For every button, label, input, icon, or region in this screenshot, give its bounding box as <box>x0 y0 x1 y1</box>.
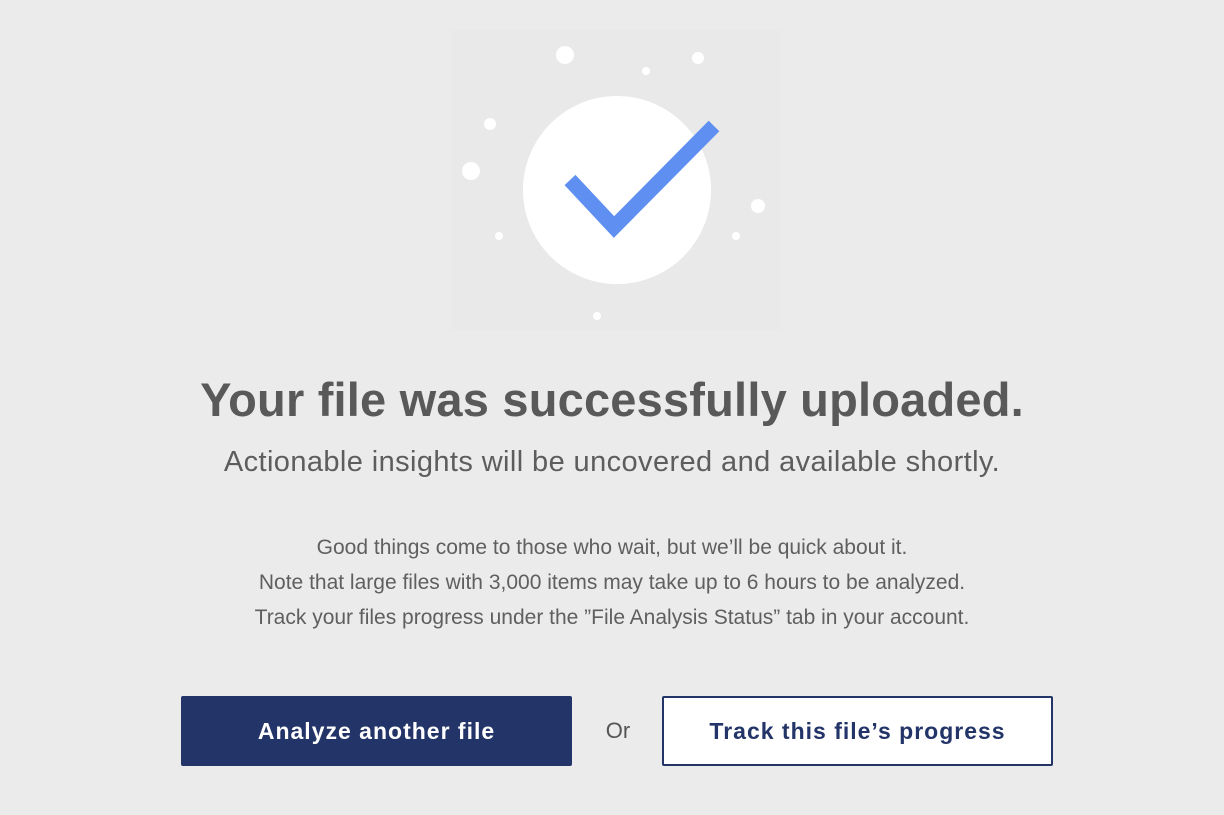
confetti-dot <box>692 52 704 64</box>
confetti-dot <box>642 67 650 75</box>
note-line: Note that large files with 3,000 items m… <box>258 571 966 594</box>
confetti-dot <box>593 312 601 320</box>
success-illustration <box>452 30 780 330</box>
confetti-dot <box>732 232 740 240</box>
confetti-dot <box>556 46 574 64</box>
confetti-dot <box>462 162 480 180</box>
confetti-dot <box>484 118 496 130</box>
confetti-dot <box>495 232 503 240</box>
success-graphic <box>462 46 765 320</box>
note-line: Track your files progress under the ”Fil… <box>254 606 970 629</box>
analyze-another-file-button[interactable]: Analyze another file <box>181 696 572 766</box>
confetti-dot <box>751 199 765 213</box>
or-separator: Or <box>605 718 631 743</box>
check-circle <box>523 96 711 284</box>
success-headline: Your file was successfully uploaded. <box>200 373 1024 426</box>
note-line: Good things come to those who wait, but … <box>316 536 908 559</box>
track-progress-button[interactable]: Track this file’s progress <box>662 696 1053 766</box>
info-notes: Good things come to those who wait, but … <box>0 530 1224 635</box>
success-subheadline: Actionable insights will be uncovered an… <box>223 446 1001 478</box>
action-bar: Analyze another file Or Track this file’… <box>0 696 1224 767</box>
